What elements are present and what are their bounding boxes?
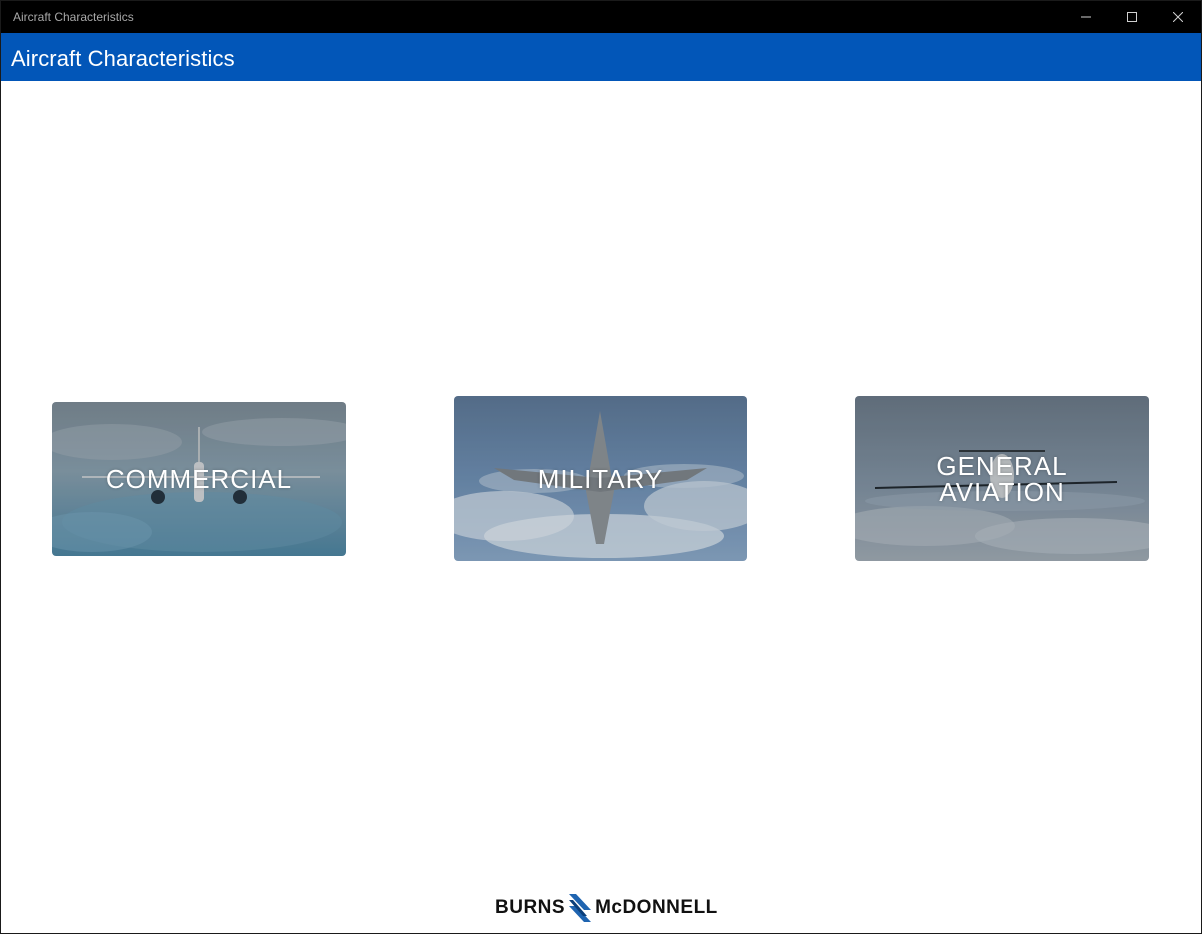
logo-text-right: McDONNELL — [595, 897, 718, 918]
logo-mark-icon — [569, 894, 592, 922]
military-label: MILITARY — [537, 463, 664, 494]
app-header: Aircraft Characteristics — [1, 33, 1201, 81]
general-aviation-tile[interactable]: GENERAL AVIATION — [855, 396, 1149, 561]
burns-mcdonnell-logo: BURNS McDONNELL — [495, 891, 718, 925]
title-bar[interactable]: Aircraft Characteristics — [1, 1, 1201, 33]
page-title: Aircraft Characteristics — [11, 46, 235, 71]
general-aviation-label-line2: AVIATION — [939, 476, 1065, 507]
general-aviation-label: GENERAL AVIATION — [855, 453, 1149, 505]
window-controls — [1063, 1, 1201, 33]
window-title: Aircraft Characteristics — [13, 10, 134, 24]
app-window: Aircraft Characteristics Aircraft Charac… — [0, 0, 1202, 934]
close-icon — [1173, 12, 1183, 22]
commercial-label: COMMERCIAL — [105, 464, 293, 494]
maximize-icon — [1127, 12, 1137, 22]
commercial-tile[interactable]: COMMERCIAL — [52, 402, 346, 556]
minimize-button[interactable] — [1063, 1, 1109, 33]
military-tile[interactable]: MILITARY — [454, 396, 747, 561]
minimize-icon — [1081, 16, 1091, 18]
logo-text-left: BURNS — [495, 897, 566, 918]
close-button[interactable] — [1155, 1, 1201, 33]
maximize-button[interactable] — [1109, 1, 1155, 33]
